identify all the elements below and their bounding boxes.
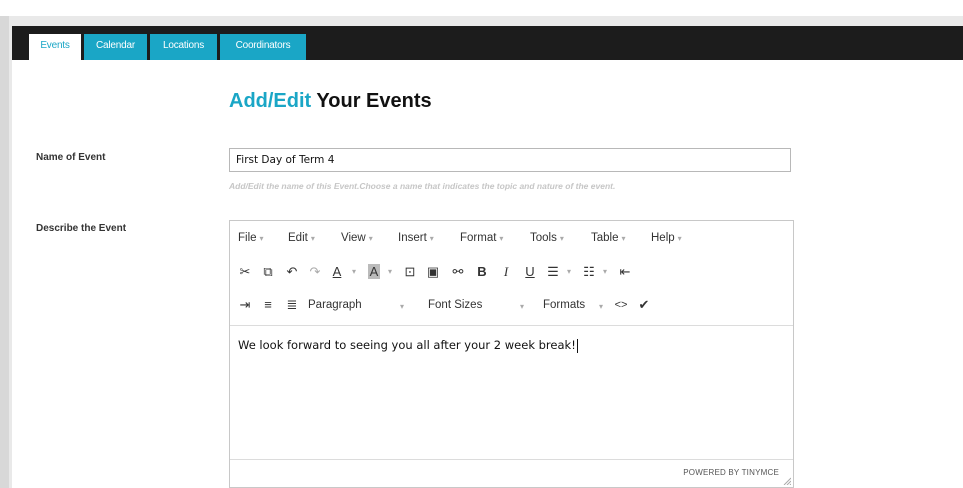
chevron-down-icon: ▾: [310, 234, 315, 243]
tab-calendar[interactable]: Calendar: [84, 34, 147, 60]
name-of-event-label: Name of Event: [36, 152, 106, 163]
cut-icon[interactable]: ✂: [235, 263, 255, 281]
chevron-down-icon: ▾: [621, 234, 626, 243]
text-color-icon[interactable]: A: [327, 263, 347, 281]
menu-file[interactable]: File ▾: [238, 232, 264, 244]
background-color-icon[interactable]: A: [364, 263, 384, 281]
menu-edit[interactable]: Edit ▾: [288, 232, 315, 244]
menu-file-label: File: [238, 232, 257, 244]
left-border: [0, 16, 9, 488]
align-center-icon[interactable]: ≣: [282, 296, 302, 314]
describe-event-label: Describe the Event: [36, 223, 127, 234]
editor-content-area[interactable]: We look forward to seeing you all after …: [230, 325, 793, 459]
redo-icon[interactable]: ↷: [305, 263, 325, 281]
chevron-down-icon[interactable]: ▾: [388, 267, 392, 276]
italic-icon[interactable]: I: [496, 263, 516, 281]
menu-insert-label: Insert: [398, 232, 427, 244]
tab-locations[interactable]: Locations: [150, 34, 217, 60]
menu-view-label: View: [341, 232, 366, 244]
chevron-down-icon: ▾: [677, 234, 682, 243]
outdent-icon[interactable]: ⇤: [615, 263, 635, 281]
menu-tools-label: Tools: [530, 232, 557, 244]
underline-icon[interactable]: U: [520, 263, 540, 281]
tab-events[interactable]: Events: [29, 34, 81, 60]
page-title: Add/Edit Your Events: [229, 90, 432, 113]
editor-content[interactable]: We look forward to seeing you all after …: [238, 338, 578, 353]
chevron-down-icon: ▾: [429, 234, 434, 243]
editor-menubar: File ▾ Edit ▾ View ▾ Insert ▾ Format ▾ Tools ▾…: [230, 221, 793, 255]
copy-icon[interactable]: ⧉: [258, 263, 278, 281]
menu-edit-label: Edit: [288, 232, 308, 244]
paragraph-dropdown[interactable]: Paragraph: [308, 299, 362, 311]
window-top: [0, 0, 963, 16]
menu-insert[interactable]: Insert ▾: [398, 232, 434, 244]
resize-handle-icon[interactable]: [783, 477, 791, 485]
code-icon[interactable]: <>: [611, 296, 631, 314]
menu-table-label: Table: [591, 232, 619, 244]
media-icon[interactable]: ⊡: [400, 263, 420, 281]
tab-coordinators[interactable]: Coordinators: [220, 34, 306, 60]
indent-icon[interactable]: ⇥: [235, 296, 255, 314]
link-icon[interactable]: ⚯: [448, 263, 468, 281]
chevron-down-icon[interactable]: ▾: [603, 267, 607, 276]
spellcheck-icon[interactable]: ✔: [634, 296, 654, 314]
rich-text-editor: File ▾ Edit ▾ View ▾ Insert ▾ Format ▾ Tools ▾…: [229, 220, 794, 488]
formats-dropdown[interactable]: Formats: [543, 299, 585, 311]
chevron-down-icon[interactable]: ▾: [400, 302, 404, 311]
menu-view[interactable]: View ▾: [341, 232, 373, 244]
page-title-rest: Your Events: [311, 90, 432, 112]
editor-content-text: We look forward to seeing you all after …: [238, 338, 576, 352]
event-name-input[interactable]: [229, 148, 791, 172]
menu-tools[interactable]: Tools ▾: [530, 232, 564, 244]
chevron-down-icon[interactable]: ▾: [567, 267, 571, 276]
align-left-icon[interactable]: ≡: [258, 296, 278, 314]
page-title-accent: Add/Edit: [229, 90, 312, 112]
powered-by-label[interactable]: POWERED BY TINYMCE: [683, 468, 779, 477]
undo-icon[interactable]: ↶: [282, 263, 302, 281]
chevron-down-icon[interactable]: ▾: [599, 302, 603, 311]
bullet-list-icon[interactable]: ☰: [543, 263, 563, 281]
menu-table[interactable]: Table ▾: [591, 232, 626, 244]
chevron-down-icon[interactable]: ▾: [352, 267, 356, 276]
menu-help[interactable]: Help ▾: [651, 232, 682, 244]
menu-format[interactable]: Format ▾: [460, 232, 503, 244]
numbered-list-icon[interactable]: ☷: [579, 263, 599, 281]
chevron-down-icon: ▾: [259, 234, 264, 243]
chevron-down-icon: ▾: [368, 234, 373, 243]
font-sizes-dropdown[interactable]: Font Sizes: [428, 299, 482, 311]
bold-icon[interactable]: B: [472, 263, 492, 281]
event-name-hint: Add/Edit the name of this Event.Choose a…: [229, 181, 616, 191]
menu-format-label: Format: [460, 232, 497, 244]
editor-statusbar: POWERED BY TINYMCE: [230, 459, 793, 487]
chevron-down-icon[interactable]: ▾: [520, 302, 524, 311]
image-icon[interactable]: ▣: [423, 263, 443, 281]
menu-help-label: Help: [651, 232, 675, 244]
chevron-down-icon: ▾: [499, 234, 504, 243]
text-caret: [576, 338, 578, 353]
chevron-down-icon: ▾: [559, 234, 564, 243]
